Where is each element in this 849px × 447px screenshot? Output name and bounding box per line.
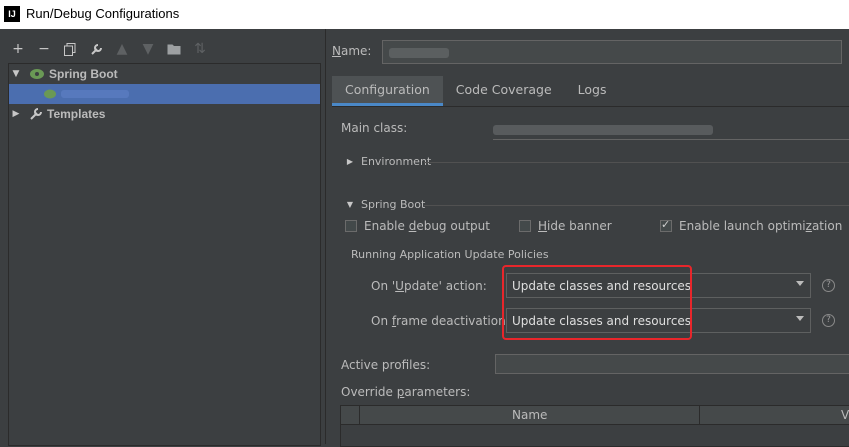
tab-configuration[interactable]: Configuration — [332, 76, 443, 106]
move-down-icon[interactable]: ▼ — [138, 39, 158, 59]
expanded-arrow-icon[interactable]: ▼ — [345, 200, 355, 209]
intellij-logo-icon: IJ — [4, 6, 20, 22]
on-update-label: On 'Update' action: — [371, 279, 487, 293]
highlight-box — [502, 265, 692, 340]
chevron-down-icon — [796, 316, 804, 321]
collapsed-arrow-icon[interactable]: ▶ — [345, 157, 355, 166]
enable-debug-output-checkbox[interactable] — [345, 220, 357, 232]
main-class-label: Main class: — [341, 121, 408, 135]
name-label: Name: — [332, 44, 372, 58]
collapsed-arrow-icon[interactable]: ▶ — [9, 109, 23, 119]
enable-debug-output-label: Enable debug output — [364, 219, 490, 233]
spring-app-icon — [44, 89, 56, 99]
tree-item-spring-boot[interactable]: ▼ Spring Boot — [9, 64, 320, 84]
tab-code-coverage[interactable]: Code Coverage — [443, 76, 565, 106]
expanded-arrow-icon[interactable]: ▼ — [9, 69, 23, 79]
redacted-main-class — [493, 125, 713, 135]
sort-icon[interactable]: ⇅ — [190, 39, 210, 59]
override-parameters-table[interactable]: Name Va — [340, 405, 849, 447]
help-icon[interactable]: ? — [822, 314, 835, 327]
tree-item-templates[interactable]: ▶ Templates — [9, 104, 320, 124]
spring-boot-icon — [30, 69, 44, 79]
tree-label-spring-boot: Spring Boot — [49, 67, 118, 81]
enable-launch-optimization-checkbox[interactable] — [660, 218, 672, 232]
configuration-content: Main class: ▶ Environment ▼ Spring Boot … — [332, 106, 849, 447]
column-separator — [699, 406, 700, 424]
new-folder-icon[interactable] — [164, 39, 184, 59]
tree-label-templates: Templates — [47, 107, 106, 121]
on-frame-label: On frame deactivation: — [371, 314, 510, 328]
tree-item-selected-config[interactable] — [9, 84, 320, 104]
redacted-name-value — [389, 48, 449, 58]
configurations-panel: + − ▲ ▼ ⇅ ▼ Spring Boot ▶ Templates — [0, 29, 325, 446]
panel-splitter[interactable] — [325, 29, 330, 444]
name-field[interactable] — [382, 40, 842, 64]
hide-banner-checkbox[interactable] — [519, 220, 531, 232]
separator — [424, 162, 849, 163]
spring-boot-section-label: Spring Boot — [361, 198, 426, 211]
update-policies-label: Running Application Update Policies — [351, 248, 549, 261]
active-profiles-label: Active profiles: — [341, 358, 431, 372]
chevron-down-icon — [796, 281, 804, 286]
hide-banner-label: Hide banner — [538, 219, 612, 233]
enable-launch-optimization-label: Enable launch optimization — [679, 219, 843, 233]
remove-icon[interactable]: − — [34, 39, 54, 59]
copy-icon[interactable] — [60, 39, 80, 59]
title-bar: IJ Run/Debug Configurations — [0, 0, 849, 29]
config-toolbar: + − ▲ ▼ ⇅ — [8, 39, 210, 59]
tab-logs[interactable]: Logs — [565, 76, 620, 106]
environment-label: Environment — [361, 155, 432, 168]
column-header-value[interactable]: Va — [841, 408, 849, 422]
move-up-icon[interactable]: ▲ — [112, 39, 132, 59]
column-header-name[interactable]: Name — [512, 408, 547, 422]
help-icon[interactable]: ? — [822, 279, 835, 292]
active-profiles-field[interactable] — [495, 354, 849, 374]
table-header: Name Va — [341, 406, 849, 425]
configuration-tree: ▼ Spring Boot ▶ Templates — [8, 63, 321, 446]
column-separator — [359, 406, 360, 424]
spring-boot-section[interactable]: ▼ Spring Boot — [345, 198, 425, 211]
wrench-icon — [30, 108, 42, 120]
environment-section[interactable]: ▶ Environment — [345, 155, 431, 168]
override-parameters-label: Override parameters: — [341, 385, 471, 399]
redacted-config-name — [61, 90, 129, 98]
separator — [424, 205, 849, 206]
config-tabs: Configuration Code Coverage Logs — [332, 76, 849, 106]
add-icon[interactable]: + — [8, 39, 28, 59]
main-class-field[interactable] — [493, 115, 849, 140]
window-title: Run/Debug Configurations — [26, 6, 180, 21]
wrench-icon[interactable] — [86, 39, 106, 59]
